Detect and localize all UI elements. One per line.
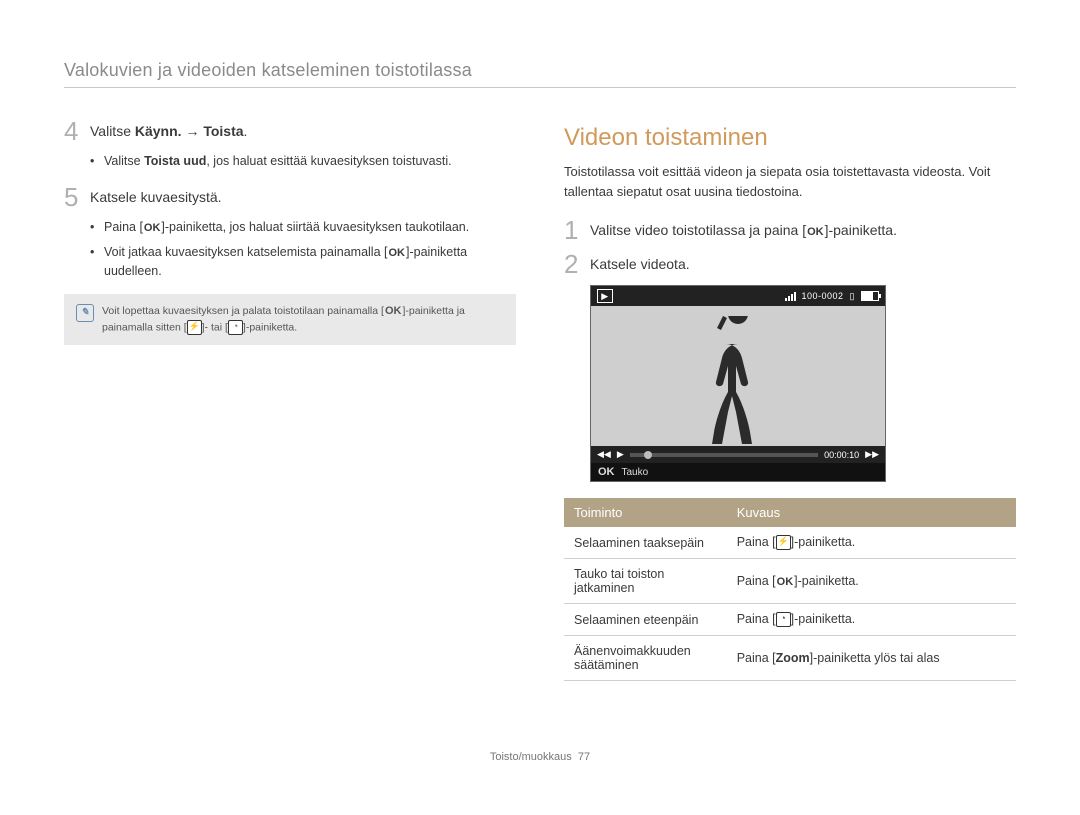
bullet-icon: • xyxy=(90,152,104,170)
content-columns: 4 Valitse Käynn. → Toista. • Valitse Toi… xyxy=(64,118,1016,681)
step-number: 4 xyxy=(64,118,90,144)
step-number: 5 xyxy=(64,184,90,210)
ok-icon: OK xyxy=(806,226,825,238)
forward-icon: ▶▶ xyxy=(865,449,879,460)
step-2: 2 Katsele videota. xyxy=(564,251,1016,277)
bullet-icon: • xyxy=(90,218,104,237)
timer-icon: ◔ xyxy=(776,612,791,627)
left-column: 4 Valitse Käynn. → Toista. • Valitse Toi… xyxy=(64,118,516,681)
rewind-icon: ◀◀ xyxy=(597,449,611,460)
volume-icon xyxy=(785,292,796,301)
table-row: Selaaminen taaksepäin Paina [⚡]-painiket… xyxy=(564,527,1016,559)
playback-bar: ◀◀ ▶ 00:00:10 ▶▶ xyxy=(591,446,885,463)
file-counter: 100-0002 xyxy=(802,291,844,301)
ok-icon: OK xyxy=(387,246,406,262)
function-table: Toiminto Kuvaus Selaaminen taaksepäin Pa… xyxy=(564,498,1016,681)
step-4-sublist: • Valitse Toista uud, jos haluat esittää… xyxy=(64,152,516,170)
ok-icon: OK xyxy=(597,466,616,478)
table-row: Selaaminen eteenpäin Paina [◔]-painikett… xyxy=(564,604,1016,636)
play-icon: ▶ xyxy=(617,449,624,460)
right-column: Videon toistaminen Toistotilassa voit es… xyxy=(564,118,1016,681)
step-text: Valitse video toistotilassa ja paina [OK… xyxy=(590,217,1016,238)
ok-icon: OK xyxy=(143,221,162,237)
step-5: 5 Katsele kuvaesitystä. xyxy=(64,184,516,210)
progress-bar xyxy=(630,453,818,457)
col-header-description: Kuvaus xyxy=(727,498,1016,527)
step-text: Katsele kuvaesitystä. xyxy=(90,184,516,205)
flash-icon: ⚡ xyxy=(187,320,202,335)
step-number: 2 xyxy=(564,251,590,277)
section-heading: Videon toistaminen xyxy=(564,124,1016,152)
screen-footer: OK Tauko xyxy=(591,463,885,481)
flash-icon: ⚡ xyxy=(776,535,791,550)
step-number: 1 xyxy=(564,217,590,243)
list-item: • Paina [OK]-painiketta, jos haluat siir… xyxy=(90,218,516,237)
table-row: Äänenvoimakkuuden säätäminen Paina [Zoom… xyxy=(564,636,1016,681)
table-row: Tauko tai toiston jatkaminen Paina [OK]-… xyxy=(564,559,1016,604)
intro-text: Toistotilassa voit esittää videon ja sie… xyxy=(564,162,1016,201)
col-header-function: Toiminto xyxy=(564,498,727,527)
page-title: Valokuvien ja videoiden katseleminen toi… xyxy=(64,60,1016,88)
list-item: • Valitse Toista uud, jos haluat esittää… xyxy=(90,152,516,170)
battery-icon xyxy=(861,291,879,301)
play-mode-icon: ▶ xyxy=(597,289,613,303)
camera-screen-mock: ▶ 100-0002 ▯ ◀◀ xyxy=(590,285,886,482)
step-4: 4 Valitse Käynn. → Toista. xyxy=(64,118,516,144)
step-1: 1 Valitse video toistotilassa ja paina [… xyxy=(564,217,1016,243)
person-silhouette-icon xyxy=(693,316,783,446)
video-preview xyxy=(591,306,885,446)
step-text: Valitse Käynn. → Toista. xyxy=(90,118,516,139)
timer-icon: ◔ xyxy=(228,320,243,335)
ok-icon: OK xyxy=(776,576,795,588)
page-footer: Toisto/muokkaus 77 xyxy=(64,751,1016,763)
ok-icon: OK xyxy=(384,304,403,319)
note-callout: ✎ Voit lopettaa kuvaesityksen ja palata … xyxy=(64,294,516,344)
note-icon: ✎ xyxy=(76,304,94,322)
screen-status-bar: ▶ 100-0002 ▯ xyxy=(591,286,885,306)
list-item: • Voit jatkaa kuvaesityksen katselemista… xyxy=(90,243,516,280)
elapsed-time: 00:00:10 xyxy=(824,450,859,460)
step-text: Katsele videota. xyxy=(590,251,1016,272)
pause-label: Tauko xyxy=(622,467,649,478)
step-5-sublist: • Paina [OK]-painiketta, jos haluat siir… xyxy=(64,218,516,280)
bullet-icon: • xyxy=(90,243,104,280)
card-icon: ▯ xyxy=(850,291,855,302)
note-text: Voit lopettaa kuvaesityksen ja palata to… xyxy=(102,304,504,334)
manual-page: Valokuvien ja videoiden katseleminen toi… xyxy=(0,0,1080,793)
